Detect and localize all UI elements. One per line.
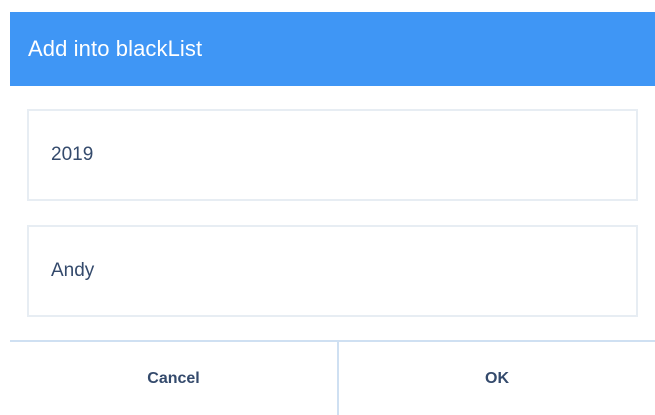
dialog-title: Add into blackList [28, 36, 203, 61]
number-input[interactable] [51, 144, 636, 166]
cancel-button[interactable]: Cancel [10, 342, 337, 415]
dialog-header: Add into blackList [10, 12, 655, 86]
name-input[interactable] [51, 260, 636, 282]
number-field[interactable] [27, 109, 638, 201]
name-field[interactable] [27, 225, 638, 317]
add-blacklist-dialog: Add into blackList Cancel OK [0, 0, 655, 415]
ok-button[interactable]: OK [339, 342, 655, 415]
ok-button-label: OK [485, 369, 509, 387]
cancel-button-label: Cancel [147, 369, 200, 387]
